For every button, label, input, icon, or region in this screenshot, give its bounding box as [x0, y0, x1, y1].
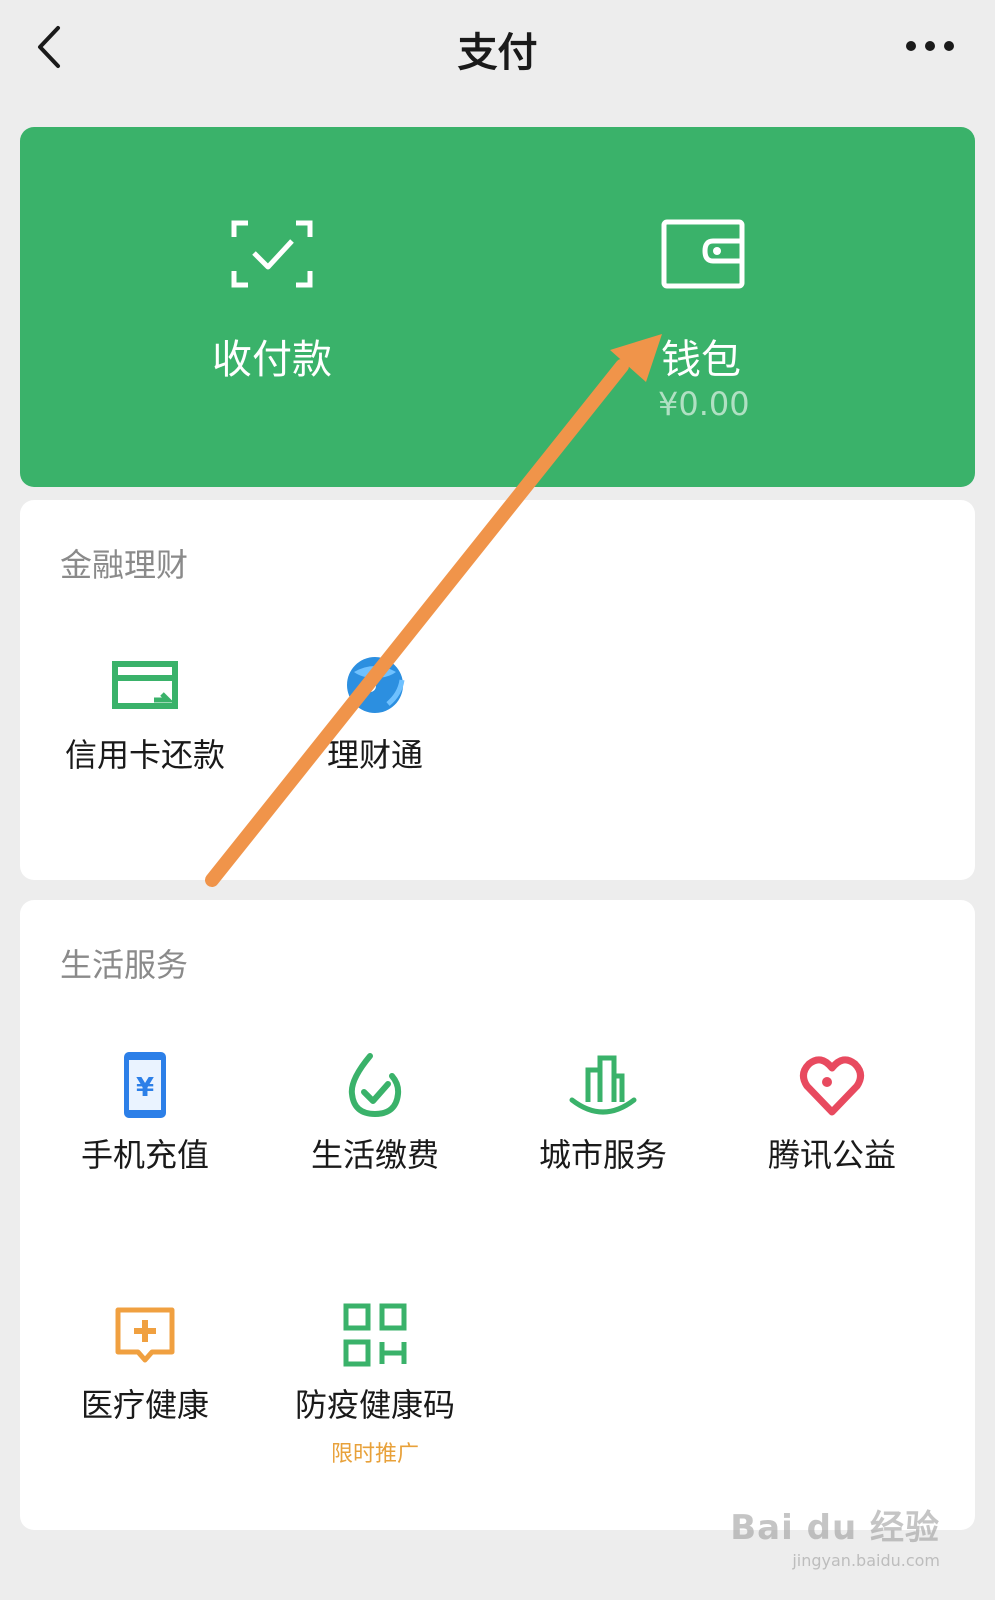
phone-recharge-label: 手机充值: [80, 1136, 209, 1174]
city-service-icon: [569, 1055, 637, 1115]
baidu-watermark: Bai du 经验 jingyan.baidu.com: [730, 1500, 940, 1570]
life-services-section: 生活服务 ¥ 手机充值 生活缴费 城市服务 腾讯公益 医疗健康 防疫健康码 限时…: [20, 900, 975, 1530]
wealth-management-button[interactable]: 理财通: [260, 650, 490, 776]
wallet-label: 钱包: [661, 337, 741, 383]
wallet-balance: ¥0.00: [658, 385, 750, 423]
promo-badge: 限时推广: [330, 1442, 419, 1467]
watermark-url: jingyan.baidu.com: [792, 1551, 940, 1570]
wealth-icon: [347, 657, 405, 713]
credit-card-repay-label: 信用卡还款: [64, 736, 225, 774]
utility-payment-icon: [348, 1053, 402, 1118]
receive-pay-button[interactable]: 收付款: [20, 127, 498, 487]
medical-health-label: 医疗健康: [80, 1386, 209, 1424]
utility-payment-button[interactable]: 生活缴费: [260, 1050, 490, 1176]
medical-health-button[interactable]: 医疗健康: [30, 1300, 260, 1426]
wallet-button[interactable]: 钱包 ¥0.00: [498, 127, 976, 487]
wealth-management-label: 理财通: [326, 736, 423, 774]
health-code-icon: [343, 1303, 407, 1367]
watermark-logo: Bai du 经验: [730, 1508, 940, 1548]
scan-check-icon: [231, 220, 313, 288]
credit-card-repay-button[interactable]: 信用卡还款: [30, 650, 260, 776]
credit-card-icon: [112, 661, 178, 709]
health-code-button[interactable]: 防疫健康码 限时推广: [260, 1300, 490, 1468]
svg-text:¥: ¥: [136, 1073, 154, 1103]
health-code-label: 防疫健康码: [294, 1386, 455, 1424]
city-service-label: 城市服务: [538, 1136, 667, 1174]
phone-recharge-icon: ¥: [124, 1052, 166, 1118]
charity-button[interactable]: 腾讯公益: [717, 1050, 947, 1176]
finance-section-title: 金融理财: [60, 546, 189, 584]
page-title: 支付: [457, 30, 538, 76]
charity-icon: [800, 1056, 864, 1116]
charity-label: 腾讯公益: [767, 1136, 896, 1174]
phone-recharge-button[interactable]: ¥ 手机充值: [30, 1050, 260, 1176]
medical-icon: [115, 1307, 175, 1363]
life-section-title: 生活服务: [60, 946, 189, 984]
utility-payment-label: 生活缴费: [310, 1136, 439, 1174]
city-service-button[interactable]: 城市服务: [488, 1050, 718, 1176]
finance-section: 金融理财 信用卡还款 理财通: [20, 500, 975, 880]
more-options-icon[interactable]: [905, 36, 955, 56]
wallet-icon: [661, 219, 745, 289]
payment-top-card: 收付款 钱包 ¥0.00: [20, 127, 975, 487]
nav-bar: 支付: [0, 0, 995, 110]
receive-pay-label: 收付款: [212, 337, 332, 383]
